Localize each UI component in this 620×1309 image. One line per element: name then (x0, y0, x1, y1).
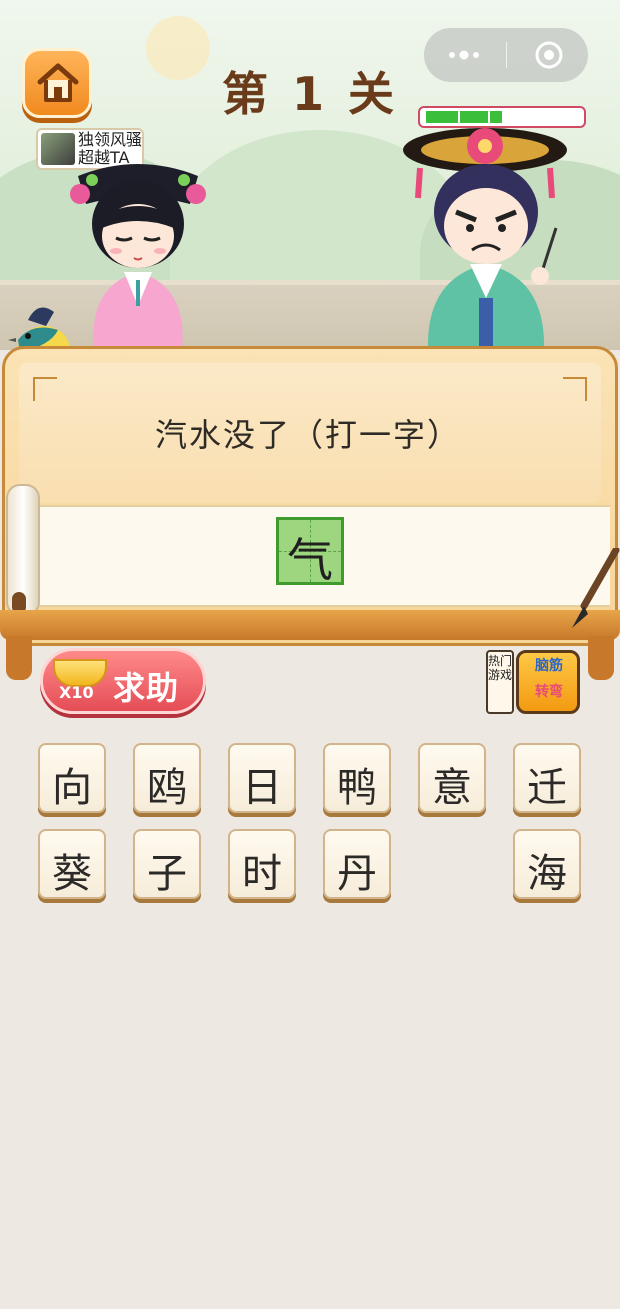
candidate-char: 意 (432, 765, 472, 811)
candidate-tile[interactable]: 葵 (38, 829, 106, 899)
hot-game-tile[interactable]: 脑筋 转弯 (516, 650, 580, 714)
candidate-char: 迁 (527, 765, 567, 811)
close-miniprogram-icon[interactable] (533, 39, 565, 71)
hint-cost: X10 (59, 683, 94, 702)
candidate-tile[interactable]: 鸥 (133, 743, 201, 813)
candidate-tile[interactable]: 丹 (323, 829, 391, 899)
candidate-tile[interactable]: 意 (418, 743, 486, 813)
candidate-char: 子 (147, 851, 187, 897)
candidate-char: 海 (527, 851, 567, 897)
board-corner-ornament (563, 377, 587, 401)
candidate-char: 葵 (52, 851, 92, 897)
calligraphy-brush-icon (572, 548, 620, 628)
table-base-decoration (0, 610, 620, 640)
more-options-icon[interactable] (446, 44, 482, 66)
candidate-char: 鸭 (337, 765, 377, 811)
hot-game-title-line2: 转弯 (535, 684, 563, 700)
candidate-tile[interactable]: 日 (228, 743, 296, 813)
home-icon (37, 63, 79, 102)
hint-button-label: 求助 (113, 669, 180, 707)
candidate-char: 丹 (337, 851, 377, 897)
table-leg-decoration (6, 636, 32, 680)
hint-button[interactable]: X10 求助 (40, 648, 206, 714)
candidate-char: 时 (242, 851, 282, 897)
candidate-tile[interactable]: 向 (38, 743, 106, 813)
health-segment-divider (488, 111, 490, 123)
enemy-health-bar (418, 106, 586, 128)
enemy-health-fill (426, 111, 502, 123)
riddle-text: 汽水没了（打一字） (154, 416, 461, 454)
capsule-divider (506, 42, 507, 68)
answer-slot[interactable]: 气 (276, 517, 344, 587)
health-segment-divider (458, 111, 460, 123)
opponent-character-avatar (403, 128, 567, 350)
level-title: 第 1 关 (221, 67, 399, 121)
hot-game-title-line1: 脑筋 (535, 658, 563, 674)
hot-games-label[interactable]: 热门游戏 (486, 650, 514, 714)
miniprogram-capsule (424, 28, 588, 82)
answer-character: 气 (287, 533, 333, 587)
candidate-char: 鸥 (147, 765, 187, 811)
table-leg-decoration (588, 636, 614, 680)
board-corner-ornament (33, 377, 57, 401)
candidate-tile[interactable]: 子 (133, 829, 201, 899)
candidate-tile[interactable]: 海 (513, 829, 581, 899)
candidate-tile[interactable]: 鸭 (323, 743, 391, 813)
candidate-tile[interactable]: 迁 (513, 743, 581, 813)
candidate-tile[interactable]: 时 (228, 829, 296, 899)
candidate-char: 向 (52, 765, 92, 811)
candidate-char: 日 (242, 765, 282, 811)
home-button[interactable] (22, 48, 92, 118)
